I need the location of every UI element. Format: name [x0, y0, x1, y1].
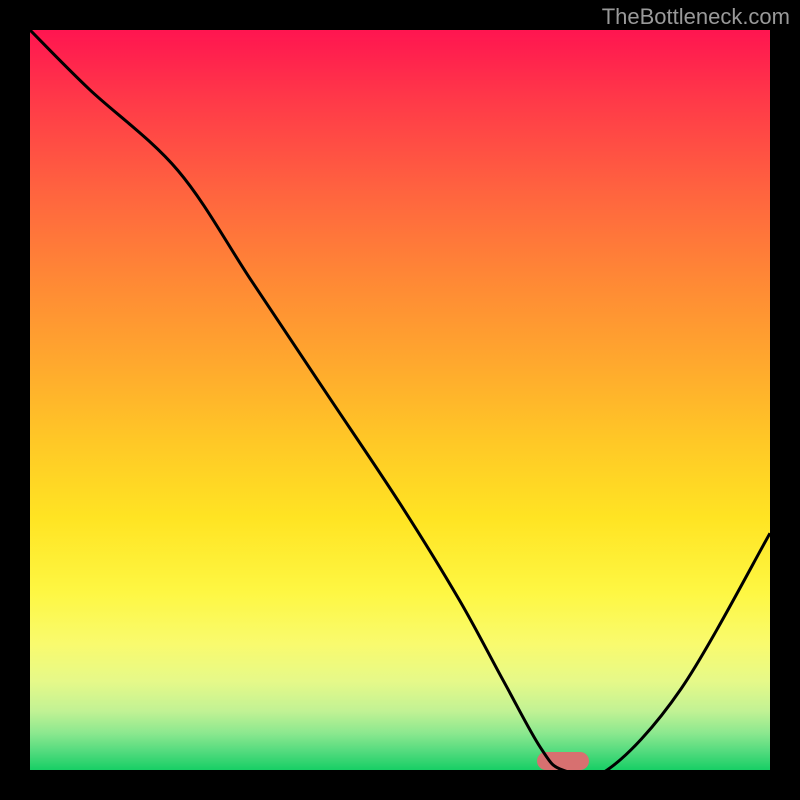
bottleneck-curve [30, 30, 770, 770]
plot-area [30, 30, 770, 770]
chart-frame: TheBottleneck.com [0, 0, 800, 800]
curve-path [30, 30, 770, 770]
watermark-label: TheBottleneck.com [602, 4, 790, 30]
